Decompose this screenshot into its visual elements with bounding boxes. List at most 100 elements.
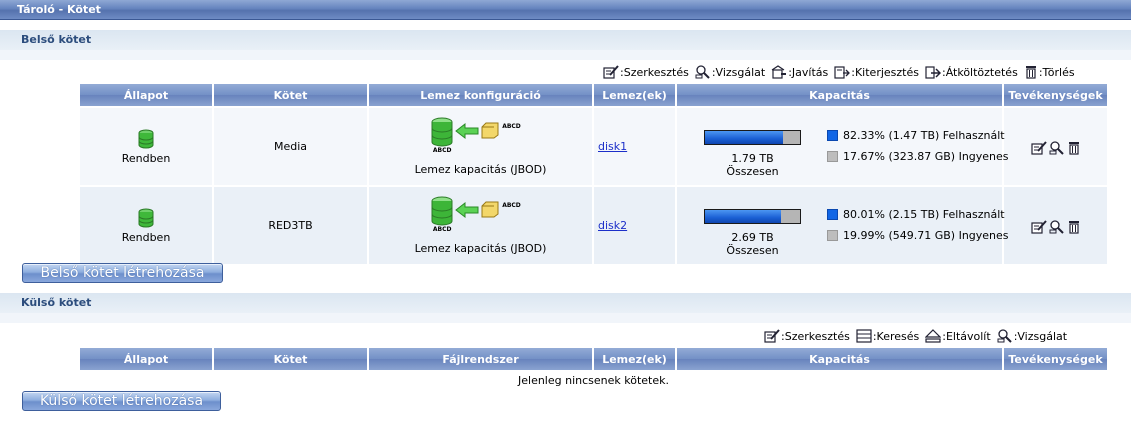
capacity-free: 19.99% (549.71 GB) Ingyenes [843,229,1009,242]
volume-name: RED3TB [213,185,369,264]
status-cell: Rendben [80,185,214,264]
legend-edit-label: :Szerkesztés [781,329,850,343]
eject-icon [925,329,942,343]
migrate-icon [925,66,941,79]
column-header-status: Állapot [80,84,214,107]
legend-expand: :Kiterjesztés [834,65,919,79]
capacity-total: 1.79 TB Összesen [726,152,779,178]
legend-expand-label: :Kiterjesztés [851,65,919,79]
volume-tag: ABCD [432,226,452,233]
actions-cell [1003,185,1107,264]
empty-row: Jelenleg nincsenek kötetek. [80,370,1107,389]
capacity-free-line: 17.67% (323.87 GB) Ingyenes [827,150,1009,163]
internal-section-title: Belső kötet [21,33,92,46]
volume-database-icon [431,196,453,226]
capacity-used-line: 82.33% (1.47 TB) Felhasznált [827,129,1005,142]
column-header-disks: Lemez(ek) [593,348,677,371]
legend-search: :Keresés [856,329,919,343]
status-text: Rendben [121,230,171,244]
status-text: Rendben [121,151,171,165]
column-header-disks: Lemez(ek) [593,84,677,107]
volume-name: Media [213,106,369,186]
hard-disk-icon [481,201,499,218]
disk-tag: ABCD [502,123,521,130]
search-list-icon [856,329,872,343]
capacity-used: 80.01% (2.15 TB) Felhasznált [843,208,1005,221]
capacity-usage-bar [704,209,801,224]
column-header-filesystem: Fájlrendszer [368,348,594,371]
capacity-usage-fill [705,210,781,223]
database-ok-icon [138,129,154,148]
config-label: Lemez kapacitás (JBOD) [414,242,547,255]
legend-eject: :Eltávolít [925,329,991,343]
capacity-usage-bar [704,130,801,145]
capacity-cell: 2.69 TB Összesen 80.01% (2.15 TB) Felhas… [676,185,1009,264]
disk-tag: ABCD [502,202,521,209]
column-header-actions: Tevékenységek [1003,348,1107,371]
scan-icon [695,65,710,79]
table-row: Rendben Media ABCD ABCD Lemez kapacitás … [80,106,1107,186]
table-row: Rendben RED3TB ABCD ABCD Lemez kapacitás… [80,185,1107,264]
legend-scan-label: :Vizsgálat [1013,329,1068,343]
jbod-diagram: ABCD ABCD [430,117,521,161]
legend-scan: :Vizsgálat [695,65,765,79]
scan-icon[interactable] [1049,140,1065,155]
legend-scan: :Vizsgálat [997,329,1067,343]
column-header-volume: Kötet [213,84,369,107]
column-header-volume: Kötet [213,348,369,371]
trash-icon[interactable] [1067,220,1081,234]
legend-delete: :Törlés [1024,65,1075,79]
legend-search-label: :Keresés [872,329,920,343]
edit-icon[interactable] [1030,219,1047,234]
legend-eject-label: :Eltávolít [942,329,991,343]
column-header-status: Állapot [80,348,214,371]
disk-config-cell: ABCD ABCD Lemez kapacitás (JBOD) [368,185,594,264]
create-internal-volume-button[interactable]: Belső kötet létrehozása [22,263,223,283]
capacity-total: 2.69 TB Összesen [726,231,779,257]
database-ok-icon [138,208,154,227]
empty-message: Jelenleg nincsenek kötetek. [80,370,1107,389]
external-volume-table: Állapot Kötet Fájlrendszer Lemez(ek) Kap… [80,348,1107,389]
legend-edit: :Szerkesztés [603,65,689,79]
status-cell: Rendben [80,106,214,186]
table-header-row: Állapot Kötet Lemez konfiguráció Lemez(e… [80,84,1107,107]
scan-icon[interactable] [1049,219,1065,234]
free-swatch [827,230,838,241]
trash-icon [1025,66,1036,79]
scan-icon [997,329,1012,343]
disk-link[interactable]: disk1 [598,140,627,153]
repair-icon [771,65,787,79]
capacity-free: 17.67% (323.87 GB) Ingyenes [843,150,1009,163]
internal-volume-table: Állapot Kötet Lemez konfiguráció Lemez(e… [80,84,1107,264]
disk-cell: disk2 [593,185,677,264]
config-label: Lemez kapacitás (JBOD) [414,163,547,176]
arrow-left-icon [455,201,479,219]
table-header-row: Állapot Kötet Fájlrendszer Lemez(ek) Kap… [80,348,1107,371]
page-title: Tároló - Kötet [17,3,101,16]
column-header-capacity: Kapacitás [676,84,1004,107]
disk-link[interactable]: disk2 [598,219,627,232]
capacity-used-line: 80.01% (2.15 TB) Felhasznált [827,208,1005,221]
jbod-diagram: ABCD ABCD [430,196,521,240]
external-section-title: Külső kötet [21,296,92,309]
legend-repair: :Javítás [771,65,828,79]
column-header-disk-config: Lemez konfiguráció [368,84,594,107]
section-band [0,313,1131,323]
capacity-free-line: 19.99% (549.71 GB) Ingyenes [827,229,1009,242]
create-external-volume-button[interactable]: Külső kötet létrehozása [22,391,221,411]
legend-migrate: :Átköltöztetés [925,65,1018,79]
column-header-capacity: Kapacitás [676,348,1004,371]
hard-disk-icon [481,122,499,139]
expand-icon [834,66,851,79]
trash-icon[interactable] [1067,141,1081,155]
internal-action-legend: :Szerkesztés :Vizsgálat :Javítás :Kiterj… [603,65,1075,79]
free-swatch [827,151,838,162]
edit-icon [603,65,619,79]
page-title-bar: Tároló - Kötet [0,0,1131,20]
legend-repair-label: :Javítás [788,65,829,79]
section-band [0,50,1131,60]
edit-icon[interactable] [1030,140,1047,155]
legend-migrate-label: :Átköltöztetés [941,65,1018,79]
capacity-used: 82.33% (1.47 TB) Felhasznált [843,129,1005,142]
external-section-header: Külső kötet [0,293,1131,313]
